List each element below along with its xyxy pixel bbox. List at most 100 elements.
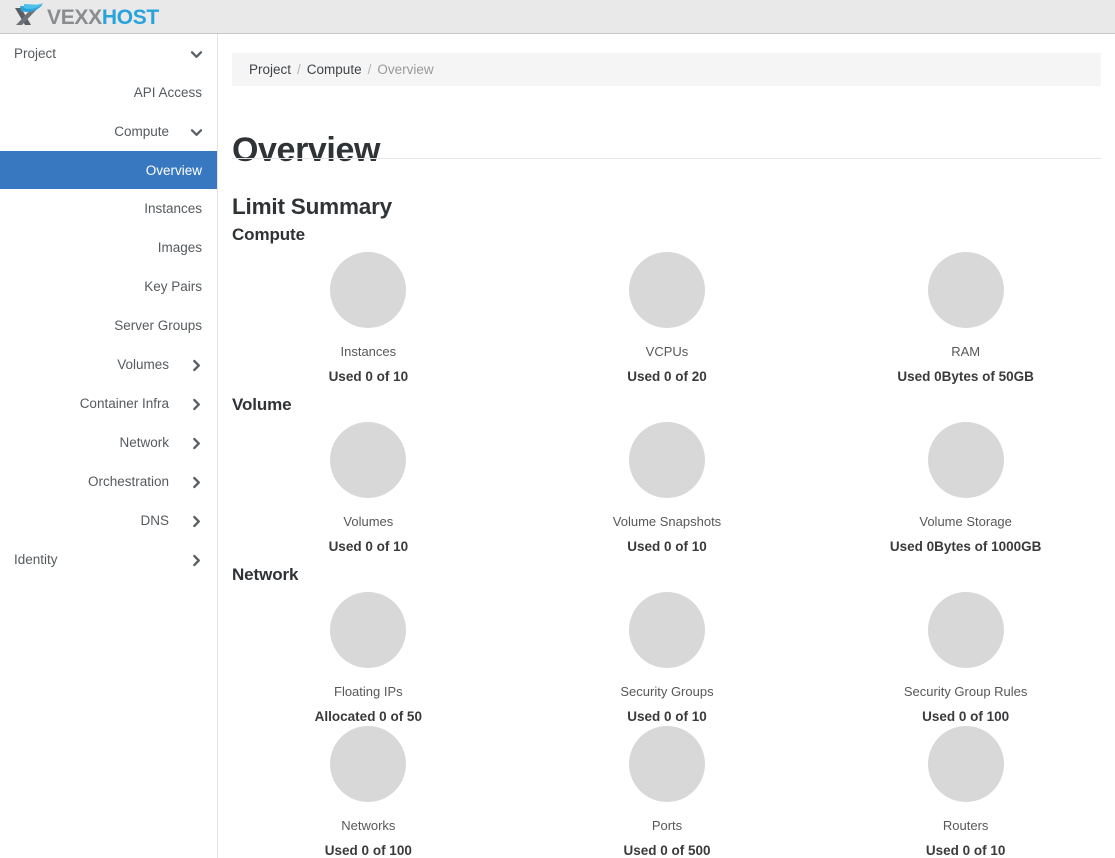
quota-usage-text: Used 0 of 500 — [623, 843, 711, 858]
quota-card-routers: Routers Used 0 of 10 — [816, 726, 1115, 858]
quota-donut-chart — [330, 422, 407, 498]
quota-donut-chart — [628, 726, 705, 802]
quota-donut-chart — [927, 592, 1004, 668]
quota-card-volume-storage: Volume Storage Used 0Bytes of 1000GB — [816, 422, 1115, 554]
sidebar-item-label: Images — [157, 240, 202, 255]
breadcrumb: Project / Compute / Overview — [232, 53, 1101, 86]
sidebar-item-volumes[interactable]: Volumes — [0, 345, 217, 384]
chevron-down-icon[interactable] — [190, 48, 203, 61]
sidebar-item-container-infra[interactable]: Container Infra — [0, 384, 217, 423]
top-header-bar: VEXXHOST — [0, 0, 1115, 34]
quota-card-instances: Instances Used 0 of 10 — [219, 252, 518, 384]
sidebar-item-label: Server Groups — [114, 318, 202, 333]
page-title: Overview — [232, 131, 381, 169]
chevron-right-icon[interactable] — [190, 554, 203, 567]
sidebar-item-label: Project — [14, 46, 57, 61]
quota-card-vcpus: VCPUs Used 0 of 20 — [518, 252, 817, 384]
quota-label: Security Groups — [620, 684, 714, 699]
sidebar-item-compute[interactable]: Compute — [0, 112, 217, 151]
quota-row: Volumes Used 0 of 10 Volume Snapshots Used … — [219, 422, 1115, 554]
sidebar-item-label: DNS — [140, 513, 169, 528]
quota-donut-chart — [330, 592, 407, 668]
quota-usage-text: Used 0 of 10 — [328, 539, 409, 554]
quota-card-floating-ips: Floating IPs Allocated 0 of 50 — [219, 592, 518, 724]
breadcrumb-separator: / — [297, 62, 301, 77]
section-heading: Compute — [232, 225, 305, 244]
sidebar-item-label: API Access — [133, 85, 202, 100]
sidebar-item-identity[interactable]: Identity — [0, 540, 217, 579]
sidebar-item-project[interactable]: Project — [0, 34, 217, 73]
sidebar-item-label: Compute — [114, 124, 169, 139]
quota-label: RAM — [951, 344, 981, 359]
sidebar-item-overview[interactable]: Overview — [0, 151, 217, 189]
quota-label: Ports — [651, 818, 683, 833]
quota-usage-text: Allocated 0 of 50 — [314, 709, 422, 724]
quota-donut-chart — [628, 592, 705, 668]
chevron-right-icon[interactable] — [190, 515, 203, 528]
main-content: Project / Compute / Overview Overview Limit … — [219, 34, 1115, 858]
quota-usage-text: Used 0 of 100 — [324, 843, 412, 858]
quota-label: Volumes — [343, 514, 394, 529]
quota-usage-text: Used 0 of 10 — [627, 709, 707, 724]
sidebar-item-label: Identity — [14, 552, 58, 567]
quota-usage-text: Used 0 of 10 — [328, 369, 409, 384]
limit-summary-heading: Limit Summary — [232, 194, 392, 219]
vexxhost-logo[interactable]: VEXXHOST — [12, 2, 159, 32]
quota-label: Security Group Rules — [903, 684, 1028, 699]
sidebar-item-server-groups[interactable]: Server Groups — [0, 306, 217, 345]
chevron-right-icon[interactable] — [190, 398, 203, 411]
quota-label: Routers — [942, 818, 989, 833]
quota-row: Instances Used 0 of 10 VCPUs Used 0 of 20 RA… — [219, 252, 1115, 384]
sidebar-item-dns[interactable]: DNS — [0, 501, 217, 540]
breadcrumb-item-compute[interactable]: Compute — [307, 62, 362, 77]
sidebar-item-label: Key Pairs — [144, 279, 202, 294]
sidebar-item-label: Network — [119, 435, 169, 450]
sidebar-item-label: Instances — [144, 201, 202, 216]
logo-text-secondary: HOST — [101, 5, 159, 29]
chevron-right-icon[interactable] — [190, 359, 203, 372]
quota-card-security-group-rules: Security Group Rules Used 0 of 100 — [816, 592, 1115, 724]
quota-section-volume: Volume Volumes Used 0 of 10 Volume Snapshot… — [219, 395, 1115, 553]
quota-label: Volume Snapshots — [612, 514, 722, 529]
quota-donut-chart — [927, 726, 1004, 802]
quota-label: Networks — [341, 818, 396, 833]
quota-row: Networks Used 0 of 100 Ports Used 0 of 500 R… — [219, 726, 1115, 858]
quota-donut-chart — [330, 252, 407, 328]
quota-donut-chart — [330, 726, 407, 802]
chevron-down-icon[interactable] — [190, 126, 203, 139]
sidebar-item-api-access[interactable]: API Access — [0, 73, 217, 112]
quota-donut-chart — [628, 252, 705, 328]
quota-usage-text: Used 0 of 10 — [925, 843, 1006, 858]
quota-donut-chart — [927, 422, 1004, 498]
sidebar-item-instances[interactable]: Instances — [0, 189, 217, 228]
sidebar-item-key-pairs[interactable]: Key Pairs — [0, 267, 217, 306]
quota-section-compute: Compute Instances Used 0 of 10 VCPUs Used 0 … — [219, 225, 1115, 383]
quota-donut-chart — [927, 252, 1004, 328]
quota-card-ram: RAM Used 0Bytes of 50GB — [816, 252, 1115, 384]
quota-usage-text: Used 0Bytes of 50GB — [897, 369, 1034, 384]
sidebar-item-label: Orchestration — [87, 474, 169, 489]
sidebar-item-label: Container Infra — [79, 396, 169, 411]
breadcrumb-item-project[interactable]: Project — [249, 62, 291, 77]
sidebar-item-label: Volumes — [117, 357, 169, 372]
sidebar-item-orchestration[interactable]: Orchestration — [0, 462, 217, 501]
quota-usage-text: Used 0 of 20 — [627, 369, 707, 384]
title-divider — [232, 158, 1101, 159]
vexxhost-wordmark: VEXXHOST — [47, 7, 159, 28]
quota-label: VCPUs — [645, 344, 689, 359]
sidebar-item-network[interactable]: Network — [0, 423, 217, 462]
quota-label: Floating IPs — [334, 684, 403, 699]
breadcrumb-separator: / — [367, 62, 372, 77]
quota-card-networks: Networks Used 0 of 100 — [219, 726, 518, 858]
quota-label: Volume Storage — [919, 514, 1012, 529]
quota-donut-chart — [628, 422, 705, 498]
chevron-right-icon[interactable] — [190, 437, 203, 450]
quota-card-ports: Ports Used 0 of 500 — [518, 726, 817, 858]
quota-usage-text: Used 0 of 10 — [627, 539, 707, 554]
chevron-right-icon[interactable] — [190, 476, 203, 489]
sidebar-item-images[interactable]: Images — [0, 228, 217, 267]
section-heading: Volume — [232, 395, 292, 414]
quota-section-network: Network Floating IPs Allocated 0 of 50 Secu… — [219, 566, 1115, 858]
logo-text-primary: VEXX — [47, 5, 102, 29]
breadcrumb-item-overview: Overview — [377, 62, 434, 77]
